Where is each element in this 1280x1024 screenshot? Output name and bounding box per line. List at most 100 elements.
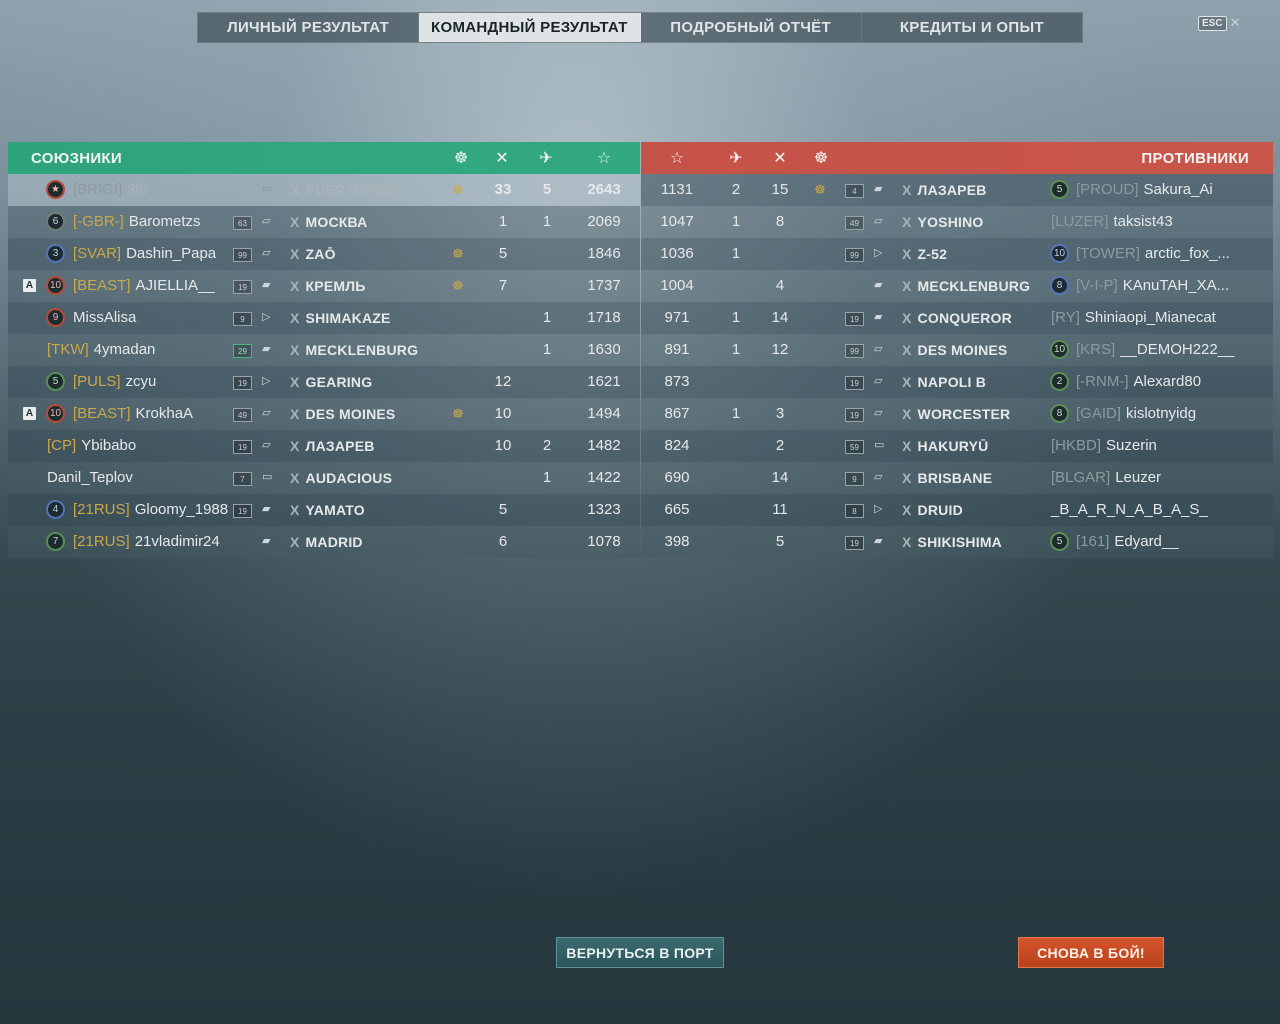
xp-value: 867	[664, 405, 690, 422]
esc-key-label[interactable]: ESC	[1198, 15, 1227, 31]
service-level-badge: 19	[845, 408, 864, 422]
ally-row[interactable]: Danil_Teplov 7 ▭ X AUDACIOUS 1 1422	[8, 462, 640, 494]
player-name[interactable]: [BLGAR] Leuzer	[1051, 469, 1161, 486]
karma-badge-icon: 7	[46, 532, 65, 551]
ally-row[interactable]: 4 [21RUS] Gloomy_1988 19 ▰ X YAMATO 5 1323	[8, 494, 640, 526]
ally-row[interactable]: [CP] Ybibabo 19 ▱ X ЛАЗАРЕВ 10 2 1482	[8, 430, 640, 462]
ally-row[interactable]: A 10 [BEAST] AJIELLIA__ 19 ▰ X КРЕМЛЬ ☸ 7 1737	[8, 270, 640, 302]
ally-row[interactable]: A 10 [BEAST] KrokhaA 49 ▱ X DES MOINES ☸ 10 1494	[8, 398, 640, 430]
player-name[interactable]: [-GBR-] Barometzs	[73, 213, 201, 230]
ship-title: HAKURYŪ	[917, 438, 989, 454]
ship-class-icon: ▱	[262, 407, 271, 419]
player-name[interactable]: [BRIGI] 3ip	[73, 181, 147, 198]
player-name[interactable]: MissAlisa	[73, 309, 136, 326]
ally-row[interactable]: 5 [PULS] zcyu 19 ▷ X GEARING 12 1621	[8, 366, 640, 398]
enemy-row[interactable]: 398 5 19 ▰ X SHIKISHIMA 5 [161] Edyard__	[641, 526, 1273, 558]
karma-badge-icon: 6	[46, 212, 65, 231]
ally-row[interactable]: 3 [SVAR] Dashin_Papa 99 ▱ X ZAŌ ☸ 5 1846	[8, 238, 640, 270]
ally-row[interactable]: 7 [21RUS] 21vladimir24 ▰ X MADRID 6 1078	[8, 526, 640, 558]
player-name[interactable]: _B_A_R_N_A_B_A_S_	[1051, 501, 1208, 518]
ship-class-icon: ▷	[874, 247, 883, 259]
ally-row[interactable]: 9 MissAlisa 9 ▷ X SHIMAKAZE 1 1718	[8, 302, 640, 334]
player-nickname: Leuzer	[1115, 469, 1162, 486]
enemies-panel: ☆ ✈ ✕ ☸ ПРОТИВНИКИ 1131 2 15 ☸ 4 ▰ X ЛАЗАРЕВ 5 [P…	[641, 142, 1273, 558]
ship-title: YOSHINO	[917, 214, 984, 230]
player-nickname: KAnuTAH_XA...	[1122, 277, 1230, 294]
battle-again-button[interactable]: СНОВА В БОЙ!	[1018, 937, 1164, 968]
kills-value: 12	[771, 341, 789, 358]
player-name[interactable]: [21RUS] Gloomy_1988	[73, 501, 228, 518]
ship-name: X YAMATO	[290, 502, 365, 518]
enemy-row[interactable]: 824 2 59 ▭ X HAKURYŪ [HKBD] Suzerin	[641, 430, 1273, 462]
ship-tier: X	[290, 342, 300, 358]
ship-name: X МОСКВА	[290, 214, 367, 230]
ship-class-icon: ▰	[874, 183, 883, 195]
kills-value: 10	[494, 405, 512, 422]
tab-0[interactable]: ЛИЧНЫЙ РЕЗУЛЬТАТ	[198, 13, 420, 42]
enemy-row[interactable]: 1004 4 ▰ X MECKLENBURG 8 [V-I-P] KAnuTAH_XA...	[641, 270, 1273, 302]
player-name[interactable]: [HKBD] Suzerin	[1051, 437, 1157, 454]
enemy-row[interactable]: 1047 1 8 49 ▱ X YOSHINO [LUZER] taksist43	[641, 206, 1273, 238]
ship-name: X SHIMAKAZE	[290, 310, 391, 326]
player-name[interactable]: [-RNM-] Alexard80	[1076, 373, 1201, 390]
clan-tag: [CP]	[47, 437, 77, 454]
ally-row[interactable]: ★ [BRIGI] 3ip ▭ X PUERTO RICO ☸ 33 5 2643	[8, 174, 640, 206]
player-name[interactable]: [BEAST] AJIELLIA__	[73, 277, 215, 294]
player-name[interactable]: Danil_Teplov	[47, 469, 133, 486]
enemy-row[interactable]: 1036 1 99 ▷ X Z-52 10 [TOWER] arctic_fox_...	[641, 238, 1273, 270]
player-name[interactable]: [161] Edyard__	[1076, 533, 1179, 550]
xp-value: 1323	[587, 501, 621, 518]
ship-tier: X	[290, 182, 300, 198]
player-name[interactable]: [21RUS] 21vladimir24	[73, 533, 220, 550]
ship-tier: X	[902, 502, 912, 518]
ship-tier: X	[290, 438, 300, 454]
clan-tag: [GAID]	[1076, 405, 1122, 422]
xp-star-icon: ☆	[669, 150, 685, 167]
ship-tier: X	[902, 246, 912, 262]
return-to-port-button[interactable]: ВЕРНУТЬСЯ В ПОРТ	[556, 937, 724, 968]
player-name[interactable]: [CP] Ybibabo	[47, 437, 136, 454]
planes-value: 1	[542, 213, 552, 230]
player-name[interactable]: [RY] Shiniaopi_Mianecat	[1051, 309, 1216, 326]
player-name[interactable]: [TOWER] arctic_fox_...	[1076, 245, 1230, 262]
enemy-row[interactable]: 971 1 14 19 ▰ X CONQUEROR [RY] Shiniaopi_Mianeca…	[641, 302, 1273, 334]
esc-close[interactable]: ESC ✕	[1198, 15, 1240, 31]
player-name[interactable]: [BEAST] KrokhaA	[73, 405, 193, 422]
xp-value: 891	[664, 341, 690, 358]
service-level-badge: 9	[845, 472, 864, 486]
player-name[interactable]: [LUZER] taksist43	[1051, 213, 1173, 230]
ally-row[interactable]: 6 [-GBR-] Barometzs 63 ▱ X МОСКВА 1 1 2069	[8, 206, 640, 238]
player-nickname: zcyu	[125, 373, 157, 390]
planes-value: 2	[731, 181, 741, 198]
service-level-badge: 19	[845, 536, 864, 550]
ship-tier: X	[290, 214, 300, 230]
enemy-row[interactable]: 690 14 9 ▱ X BRISBANE [BLGAR] Leuzer	[641, 462, 1273, 494]
enemy-row[interactable]: 867 1 3 19 ▱ X WORCESTER 8 [GAID] kislotnyidg	[641, 398, 1273, 430]
service-level-badge: 19	[233, 440, 252, 454]
allies-header: СОЮЗНИКИ ☸ ✕ ✈ ☆	[8, 142, 640, 174]
enemy-row[interactable]: 665 11 8 ▷ X DRUID _B_A_R_N_A_B_A_S_	[641, 494, 1273, 526]
service-level-badge: 9	[233, 312, 252, 326]
player-name[interactable]: [GAID] kislotnyidg	[1076, 405, 1196, 422]
enemy-row[interactable]: 1131 2 15 ☸ 4 ▰ X ЛАЗАРЕВ 5 [PROUD] Sakura_Ai	[641, 174, 1273, 206]
player-name[interactable]: [PROUD] Sakura_Ai	[1076, 181, 1213, 198]
ally-row[interactable]: [TKW] 4ymadan 29 ▰ X MECKLENBURG 1 1630	[8, 334, 640, 366]
xp-value: 873	[664, 373, 690, 390]
player-nickname: AJIELLIA__	[135, 277, 215, 294]
enemy-row[interactable]: 873 19 ▱ X NAPOLI B 2 [-RNM-] Alexard80	[641, 366, 1273, 398]
player-name[interactable]: [TKW] 4ymadan	[47, 341, 155, 358]
allies-panel: СОЮЗНИКИ ☸ ✕ ✈ ☆ ★ [BRIGI] 3ip ▭ X PUERTO RIC…	[8, 142, 640, 558]
tab-1[interactable]: КОМАНДНЫЙ РЕЗУЛЬТАТ	[419, 13, 641, 42]
ship-tier: X	[290, 246, 300, 262]
player-name[interactable]: [KRS] __DEMOH222__	[1076, 341, 1234, 358]
player-name[interactable]: [PULS] zcyu	[73, 373, 156, 390]
enemy-row[interactable]: 891 1 12 99 ▱ X DES MOINES 10 [KRS] __DEMOH222__	[641, 334, 1273, 366]
player-name[interactable]: [SVAR] Dashin_Papa	[73, 245, 216, 262]
ship-tier: X	[902, 534, 912, 550]
tab-3[interactable]: КРЕДИТЫ И ОПЫТ	[862, 13, 1082, 42]
service-level-badge: 8	[845, 504, 864, 518]
planes-value: 1	[731, 405, 741, 422]
player-name[interactable]: [V-I-P] KAnuTAH_XA...	[1076, 277, 1229, 294]
tab-2[interactable]: ПОДРОБНЫЙ ОТЧЁТ	[641, 13, 862, 42]
close-icon[interactable]: ✕	[1230, 15, 1241, 31]
